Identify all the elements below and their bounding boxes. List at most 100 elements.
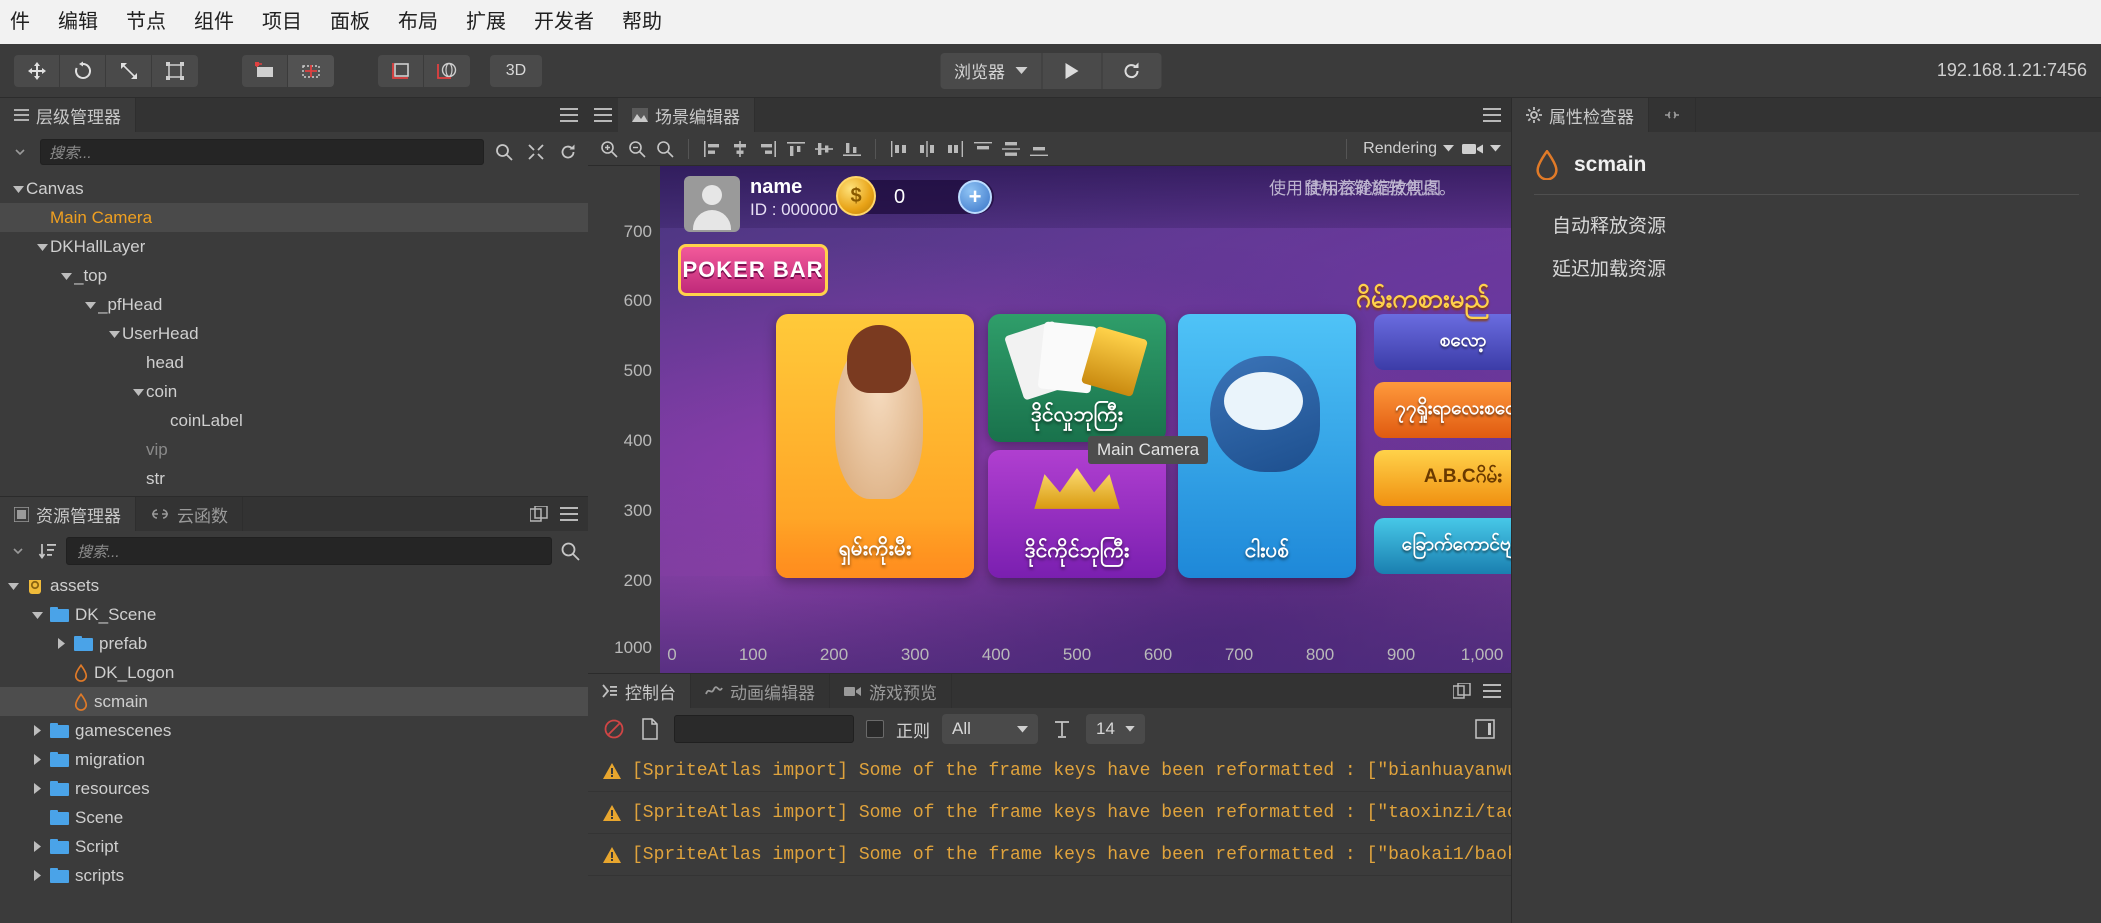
- tab-cloud-function[interactable]: 云函数: [136, 497, 243, 531]
- caret-down-icon[interactable]: [58, 272, 74, 280]
- preview-target-select[interactable]: 浏览器: [940, 52, 1041, 89]
- menu-item-2[interactable]: 节点: [112, 0, 180, 44]
- caret-down-icon[interactable]: [130, 388, 146, 396]
- menu-item-3[interactable]: 组件: [180, 0, 248, 44]
- crown-game-tile[interactable]: ဒိုင်ကိုင်ဘုကြီး: [988, 450, 1166, 578]
- hierarchy-node-head[interactable]: head: [0, 348, 588, 377]
- hierarchy-node-userhead[interactable]: UserHead: [0, 319, 588, 348]
- asset-node-script[interactable]: Script: [0, 832, 588, 861]
- hierarchy-node-str[interactable]: str: [0, 464, 588, 493]
- distribute-center-icon[interactable]: [914, 136, 940, 162]
- dimension-toggle-button[interactable]: 3D: [490, 54, 542, 87]
- align-right-icon[interactable]: [755, 136, 781, 162]
- tab-inspector-secondary[interactable]: [1649, 98, 1696, 132]
- duplicate-icon[interactable]: [530, 506, 548, 522]
- align-top-icon[interactable]: [783, 136, 809, 162]
- console-filter-input[interactable]: [674, 715, 854, 743]
- menu-item-1[interactable]: 编辑: [44, 0, 112, 44]
- tab-assets[interactable]: 资源管理器: [0, 497, 136, 531]
- scene-hamburger-icon[interactable]: [588, 98, 618, 132]
- asset-node-dk-logon[interactable]: DK_Logon: [0, 658, 588, 687]
- asset-node-assets[interactable]: assets: [0, 571, 588, 600]
- distribute-bottom-icon[interactable]: [1026, 136, 1052, 162]
- caret-right-icon[interactable]: [30, 870, 44, 881]
- rendering-mode-select[interactable]: Rendering: [1363, 140, 1454, 158]
- asset-node-resources[interactable]: resources: [0, 774, 588, 803]
- caret-down-icon[interactable]: [82, 301, 98, 309]
- tab-animation[interactable]: 动画编辑器: [691, 674, 830, 708]
- hierarchy-node--top[interactable]: _top: [0, 261, 588, 290]
- regex-checkbox[interactable]: [866, 720, 884, 738]
- assets-collapse-icon[interactable]: [6, 539, 30, 563]
- tab-inspector[interactable]: 属性检查器: [1512, 98, 1649, 132]
- caret-down-icon[interactable]: [34, 243, 50, 251]
- assets-search-input[interactable]: 搜索...: [66, 537, 552, 565]
- side-item-4[interactable]: ခြောက်ကောင်ဗျင်: [1374, 518, 1511, 574]
- tab-game-preview[interactable]: 游戏预览: [830, 674, 952, 708]
- hamburger-menu-icon[interactable]: [1483, 684, 1501, 698]
- distribute-middle-icon[interactable]: [998, 136, 1024, 162]
- tab-hierarchy[interactable]: 层级管理器: [0, 98, 136, 132]
- scene-viewport[interactable]: name ID : 000000 $ 0 + POKER BAR 使用鼠标右键旋…: [588, 166, 1511, 673]
- asset-node-migration[interactable]: migration: [0, 745, 588, 774]
- align-center-horizontal-icon[interactable]: [727, 136, 753, 162]
- console-layout-icon[interactable]: [1473, 717, 1497, 741]
- align-bottom-icon[interactable]: [839, 136, 865, 162]
- refresh-hierarchy-icon[interactable]: [556, 140, 580, 164]
- hierarchy-node-canvas[interactable]: Canvas: [0, 174, 588, 203]
- align-middle-icon[interactable]: [811, 136, 837, 162]
- clear-icon[interactable]: [602, 717, 626, 741]
- scene-hamburger-menu-icon[interactable]: [1483, 108, 1501, 122]
- console-log-row[interactable]: [SpriteAtlas import] Some of the frame k…: [588, 750, 1511, 792]
- menu-item-9[interactable]: 帮助: [608, 0, 676, 44]
- caret-right-icon[interactable]: [30, 841, 44, 852]
- hierarchy-node-vip[interactable]: vip: [0, 435, 588, 464]
- menu-item-4[interactable]: 项目: [248, 0, 316, 44]
- hierarchy-node-main-camera[interactable]: Main Camera: [0, 203, 588, 232]
- menu-item-8[interactable]: 开发者: [520, 0, 608, 44]
- hamburger-menu-icon[interactable]: [560, 507, 578, 521]
- search-icon[interactable]: [492, 140, 516, 164]
- distribute-top-icon[interactable]: [970, 136, 996, 162]
- rect-transform-tool-button[interactable]: [152, 54, 198, 87]
- global-coordinate-tool-button[interactable]: [424, 54, 470, 87]
- cards-game-tile[interactable]: ဒိုင်လှုဘုကြီး: [988, 314, 1166, 442]
- hamburger-menu-icon[interactable]: [560, 108, 578, 122]
- distribute-right-icon[interactable]: [942, 136, 968, 162]
- assets-search-icon[interactable]: [558, 539, 582, 563]
- log-level-select[interactable]: All: [942, 714, 1038, 744]
- hierarchy-node-coin[interactable]: coin: [0, 377, 588, 406]
- asset-node-dk-scene[interactable]: DK_Scene: [0, 600, 588, 629]
- caret-down-icon[interactable]: [10, 185, 26, 193]
- rotate-tool-button[interactable]: [60, 54, 106, 87]
- caret-right-icon[interactable]: [54, 638, 68, 649]
- file-icon[interactable]: [638, 717, 662, 741]
- sort-assets-icon[interactable]: [36, 539, 60, 563]
- add-coin-button[interactable]: +: [958, 180, 992, 214]
- align-left-icon[interactable]: [699, 136, 725, 162]
- distribute-left-icon[interactable]: [886, 136, 912, 162]
- move-tool-button[interactable]: [14, 54, 60, 87]
- zoom-out-icon[interactable]: [624, 136, 650, 162]
- tab-scene-editor[interactable]: 场景编辑器: [618, 98, 755, 132]
- tab-console[interactable]: 控制台: [588, 674, 691, 708]
- duplicate-icon[interactable]: [1453, 683, 1471, 699]
- refresh-button[interactable]: [1101, 52, 1161, 89]
- menu-item-0[interactable]: 件: [0, 0, 44, 44]
- game-canvas-preview[interactable]: name ID : 000000 $ 0 + POKER BAR 使用鼠标右键旋…: [658, 166, 1511, 673]
- pivot-center-tool-button[interactable]: [242, 54, 288, 87]
- console-log-list[interactable]: [SpriteAtlas import] Some of the frame k…: [588, 750, 1511, 923]
- asset-node-prefab[interactable]: prefab: [0, 629, 588, 658]
- menu-item-7[interactable]: 扩展: [452, 0, 520, 44]
- girl-game-tile[interactable]: ရှမ်းကိုးမီး: [776, 314, 974, 578]
- inspector-property-0[interactable]: 自动释放资源: [1512, 195, 2101, 238]
- caret-down-icon[interactable]: [106, 330, 122, 338]
- locate-node-icon[interactable]: [524, 140, 548, 164]
- caret-right-icon[interactable]: [30, 754, 44, 765]
- hierarchy-node-dkhalllayer[interactable]: DKHallLayer: [0, 232, 588, 261]
- caret-down-icon[interactable]: [30, 611, 44, 619]
- caret-down-icon[interactable]: [6, 582, 20, 590]
- inspector-property-1[interactable]: 延迟加载资源: [1512, 238, 2101, 281]
- font-size-select[interactable]: 14: [1086, 714, 1145, 744]
- hierarchy-search-input[interactable]: 搜索...: [40, 139, 484, 165]
